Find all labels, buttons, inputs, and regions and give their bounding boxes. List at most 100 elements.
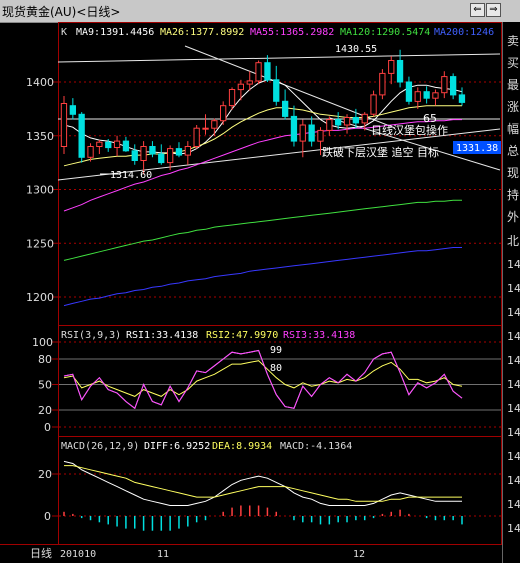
sidebar-value: 14 (507, 258, 520, 271)
candle-body (379, 72, 386, 96)
sidebar-label: 北 (507, 234, 520, 248)
ma120-line (63, 199, 462, 261)
sidebar-label: 外 (507, 210, 520, 224)
candle-body (228, 89, 236, 107)
sidebar-value: 14 (507, 354, 520, 367)
sidebar-value: 14 (507, 378, 520, 391)
price-tick-label: 1300 (26, 184, 54, 197)
sidebar-value: 14 (507, 498, 520, 511)
rsi-mark-80: 80 (270, 363, 282, 374)
price-tick-label: 1350 (26, 130, 54, 143)
annotation-hamburger-strategy: 日线汉堡包操作 (371, 123, 448, 137)
sidebar-value: 14 (507, 450, 520, 463)
macd-tick-label: 0 (44, 510, 51, 523)
ma9-label: MA9:1391.4456 (76, 27, 154, 38)
candle-body (131, 150, 138, 162)
macd-tick-label: 20 (38, 468, 52, 481)
candle-body (60, 103, 68, 147)
candle-body (184, 146, 191, 156)
sidebar-label: 最 (507, 78, 520, 92)
chart-canvas[interactable]: 1200 1250 1300 1350 1400 100 80 50 20 0 20 0 K MA9:… (0, 0, 502, 563)
candle-body (290, 115, 298, 142)
ma200-label: MA200:1246 (434, 27, 494, 38)
macd-lines (63, 460, 462, 506)
rsi-tick-label: 50 (38, 379, 52, 392)
dea-label: DEA:8.9934 (212, 441, 272, 452)
candle-body (211, 120, 218, 129)
candle-body (255, 62, 262, 82)
period-label: 日线 (30, 546, 52, 560)
candle-body (202, 127, 209, 130)
sidebar-label: 现 (507, 166, 520, 180)
candle-body (423, 91, 430, 99)
quote-sidebar: 卖 买 最 涨 幅 总 现 持 外 北 14 14 14 14 14 14 14… (502, 22, 520, 563)
candle-body (343, 117, 351, 126)
price-tick-label: 1200 (26, 291, 54, 304)
candle-body (140, 146, 147, 161)
sidebar-value: 14 (507, 426, 520, 439)
price-indicator-label: K (61, 27, 67, 38)
sidebar-value: 14 (507, 282, 520, 295)
low-price-label: 1314.60 (110, 170, 152, 181)
candle-body (69, 105, 76, 115)
candle-body (96, 141, 103, 147)
candle-body (317, 129, 324, 142)
sidebar-label: 持 (507, 188, 520, 202)
rsi1-label: RSI1:33.4138 (126, 330, 198, 341)
sidebar-value: 14 (507, 330, 520, 343)
candle-body (450, 76, 457, 96)
ma55-label: MA55:1365.2982 (250, 27, 334, 38)
candle-body (370, 94, 377, 115)
dea-line (64, 465, 462, 502)
candle-body (87, 146, 94, 158)
candle-body (299, 124, 306, 142)
candle-body (246, 80, 253, 85)
diff-label: DIFF:6.9252 (144, 441, 210, 452)
candle-body (432, 92, 439, 99)
candle-body (167, 148, 174, 164)
x-tick-label: 201010 (60, 549, 96, 560)
candle-body (361, 113, 368, 124)
current-price-label: 1331.38 (456, 143, 498, 154)
rsi3-label: RSI3:33.4138 (283, 330, 355, 341)
candle-body (396, 60, 404, 83)
candle-body (352, 117, 360, 124)
price-tick-label: 1250 (26, 237, 54, 250)
sidebar-label: 幅 (507, 122, 520, 136)
candle-body (405, 81, 413, 102)
axis-ticks: 1200 1250 1300 1350 1400 100 80 50 20 0 20 0 (26, 76, 58, 523)
sidebar-value: 14 (507, 522, 520, 535)
rsi-tick-label: 0 (44, 421, 51, 434)
rsi-tick-label: 80 (38, 353, 52, 366)
x-tick-label: 11 (157, 549, 169, 560)
sidebar-value: 14 (507, 474, 520, 487)
high-price-label: 1430.55 (335, 44, 377, 55)
x-tick-label: 12 (353, 549, 365, 560)
rsi2-label: RSI2:47.9970 (206, 330, 278, 341)
macd-histogram (63, 505, 463, 531)
candle-body (273, 79, 280, 102)
candle-body (113, 140, 121, 149)
rsi-label: RSI(3,9,3) (61, 330, 121, 341)
macd-label: MACD(26,12,9) (61, 441, 139, 452)
sidebar-label: 买 (507, 56, 520, 70)
ma200-line (63, 247, 462, 307)
candle-body (237, 83, 244, 91)
sidebar-label: 卖 (507, 34, 520, 48)
candle-body (282, 100, 289, 117)
ma26-label: MA26:1377.8992 (160, 27, 244, 38)
rsi-mark-99: 99 (270, 345, 282, 356)
macd-value-label: MACD:-4.1364 (280, 441, 352, 452)
candle-body (308, 124, 315, 142)
ma120-label: MA120:1290.5474 (340, 27, 430, 38)
annotation-break-short: 跌破下层汉堡 追空 目标 (322, 145, 439, 159)
candle-body (388, 60, 395, 74)
sidebar-label: 总 (507, 144, 520, 158)
candle-body (441, 76, 448, 94)
rsi-tick-label: 20 (38, 404, 52, 417)
candle-body (78, 113, 85, 158)
candle-body (175, 148, 183, 156)
candle-body (158, 153, 165, 164)
sidebar-value: 14 (507, 306, 520, 319)
candle-body (105, 141, 112, 149)
